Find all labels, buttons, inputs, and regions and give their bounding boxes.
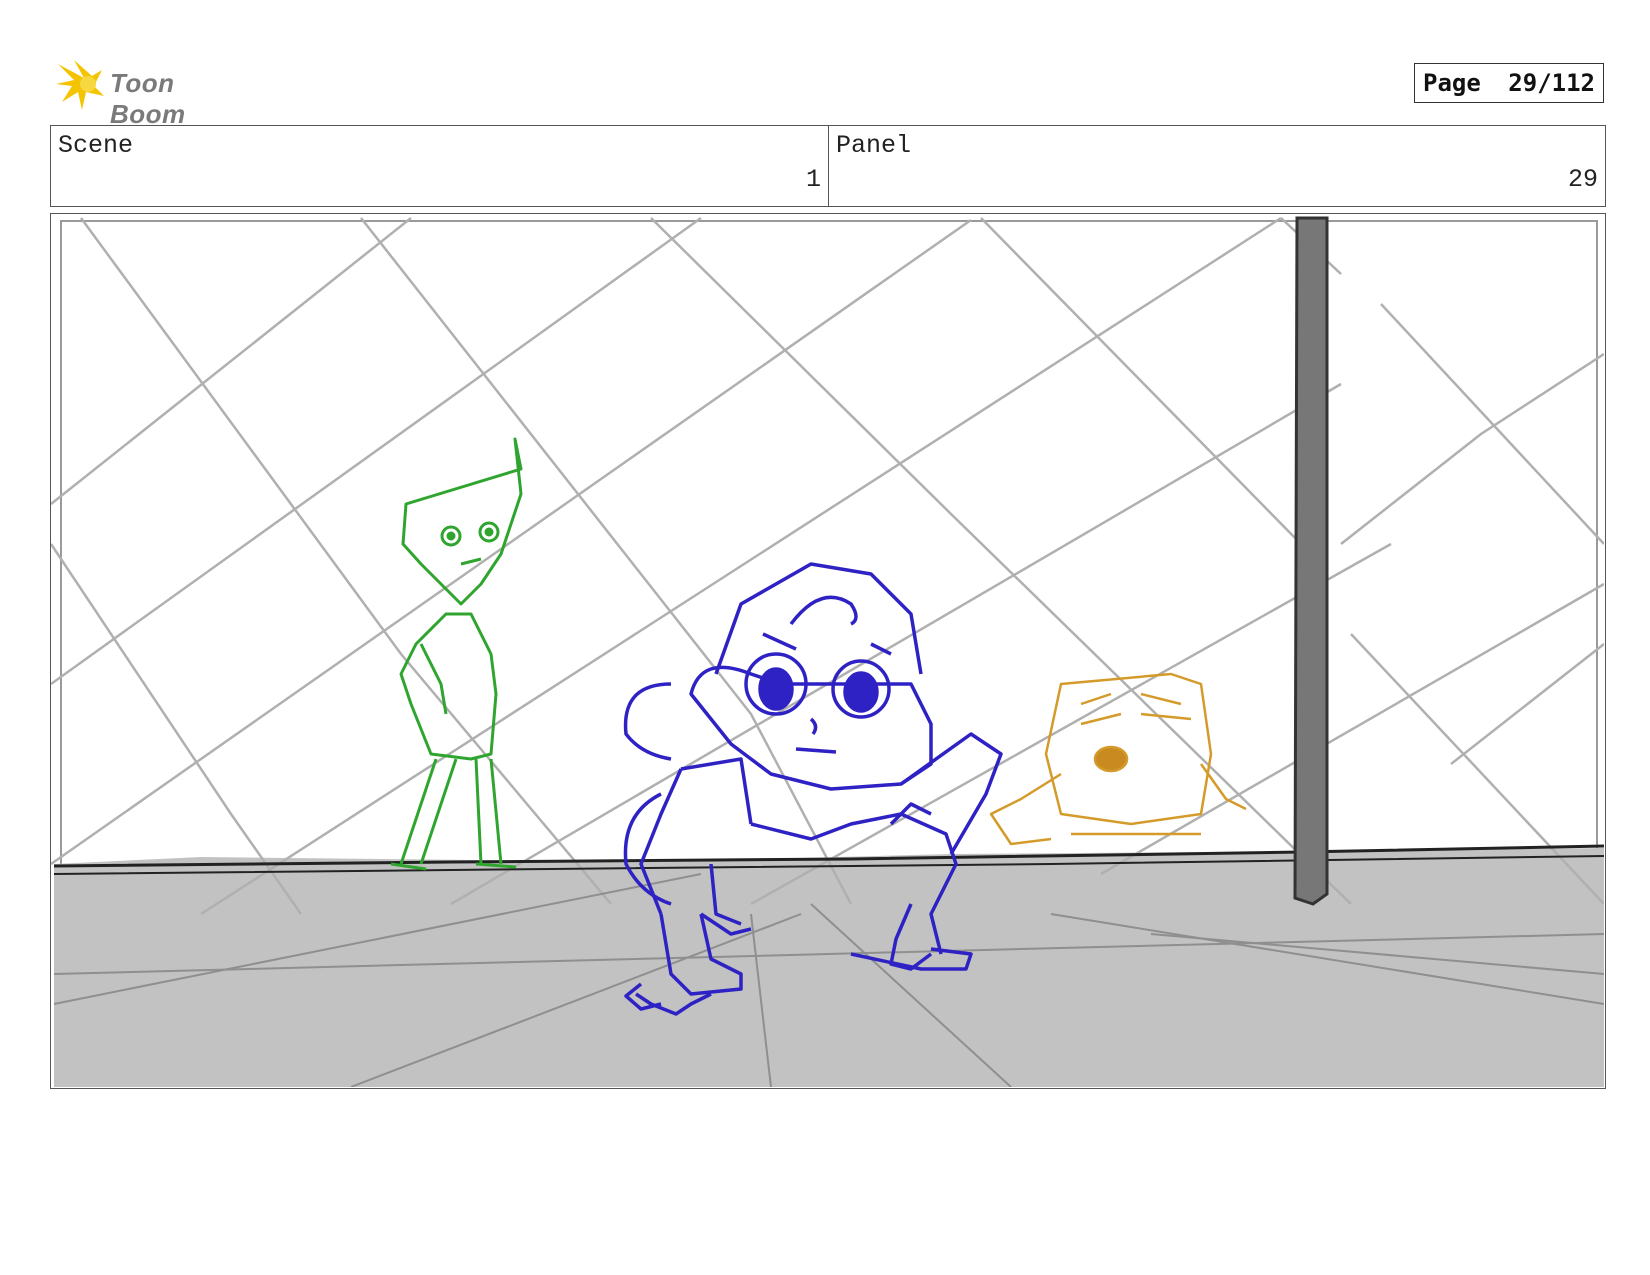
storyboard-frame	[50, 213, 1606, 1089]
logo-text: Toon Boom	[110, 68, 186, 129]
page-label: Page	[1423, 69, 1481, 97]
pole	[1293, 216, 1329, 906]
panel-value: 29	[1567, 165, 1598, 194]
toon-boom-logo: Toon Boom	[54, 56, 254, 129]
scene-value: 1	[805, 165, 821, 194]
panel-label: Panel	[836, 131, 912, 160]
scene-panel-table: Scene 1 Panel 29	[50, 125, 1606, 207]
starburst-logo-icon	[56, 60, 104, 110]
page-indicator: Page 29/112	[1414, 63, 1604, 103]
green-character	[390, 437, 523, 871]
scene-label: Scene	[58, 131, 134, 160]
panel-cell: Panel 29	[829, 126, 1605, 206]
page-number: 29/112	[1508, 69, 1595, 97]
gold-character	[989, 672, 1247, 846]
scene-cell: Scene 1	[51, 126, 829, 206]
storyboard-drawing	[51, 216, 1604, 1087]
